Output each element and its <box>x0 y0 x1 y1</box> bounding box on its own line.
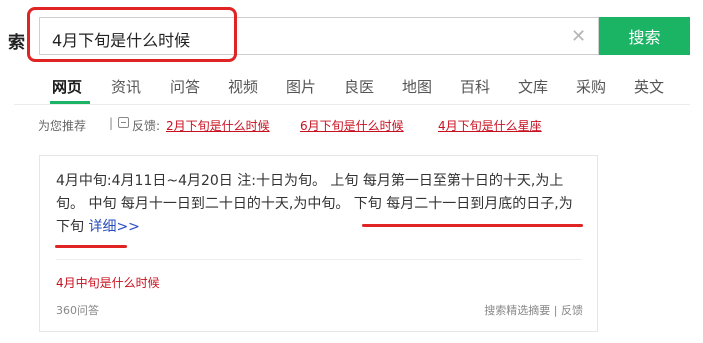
related-question-link[interactable]: 4月中旬是什么时候 <box>56 274 160 291</box>
tab-images[interactable]: 图片 <box>286 76 316 97</box>
recommend-link[interactable]: 6月下旬是什么时候 <box>300 117 404 134</box>
card-divider <box>56 259 582 260</box>
recommend-label: 为您推荐 <box>38 119 87 133</box>
tab-map[interactable]: 地图 <box>402 76 432 97</box>
annotation-underline <box>55 245 127 248</box>
tab-divider <box>14 104 690 105</box>
feedback-icon[interactable] <box>118 117 129 128</box>
recommend-link[interactable]: 4月下旬是什么星座 <box>438 117 542 134</box>
tab-news[interactable]: 资讯 <box>111 76 141 97</box>
tab-baike[interactable]: 百科 <box>460 76 490 97</box>
tab-wenku[interactable]: 文库 <box>518 76 548 97</box>
recommend-link[interactable]: 2月下旬是什么时候 <box>166 117 270 134</box>
source-label: 360问答 <box>56 304 99 317</box>
recommend-separator: | <box>109 116 114 130</box>
answer-card: 4月中旬:4月11日~4月20日 注:十日为旬。 上旬 每月第一日至第十日的十天… <box>39 155 598 332</box>
featured-snippet-link[interactable]: 搜索精选摘要 <box>484 304 550 317</box>
tab-qa[interactable]: 问答 <box>170 76 200 97</box>
logo-fragment: 索 <box>8 33 25 53</box>
annotation-underline <box>362 224 583 227</box>
meta-separator: | <box>553 304 558 317</box>
close-icon[interactable]: ✕ <box>571 26 586 47</box>
tab-doctor[interactable]: 良医 <box>344 76 374 97</box>
tab-video[interactable]: 视频 <box>228 76 258 97</box>
answer-snippet: 4月中旬:4月11日~4月20日 注:十日为旬。 上旬 每月第一日至第十日的十天… <box>56 170 586 239</box>
detail-link[interactable]: 详细>> <box>88 219 139 235</box>
tab-web[interactable]: 网页 <box>52 76 82 97</box>
annotation-box <box>27 7 237 62</box>
search-button[interactable]: 搜索 <box>599 17 690 55</box>
tab-bar: 网页 资讯 问答 视频 图片 良医 地图 百科 文库 采购 英文 <box>0 76 703 100</box>
tab-english[interactable]: 英文 <box>634 76 664 97</box>
card-feedback-link[interactable]: 反馈 <box>561 304 583 317</box>
feedback-link[interactable]: 反馈: <box>132 117 160 134</box>
card-meta: 搜索精选摘要 | 反馈 <box>484 302 583 318</box>
tab-purchase[interactable]: 采购 <box>576 76 606 97</box>
